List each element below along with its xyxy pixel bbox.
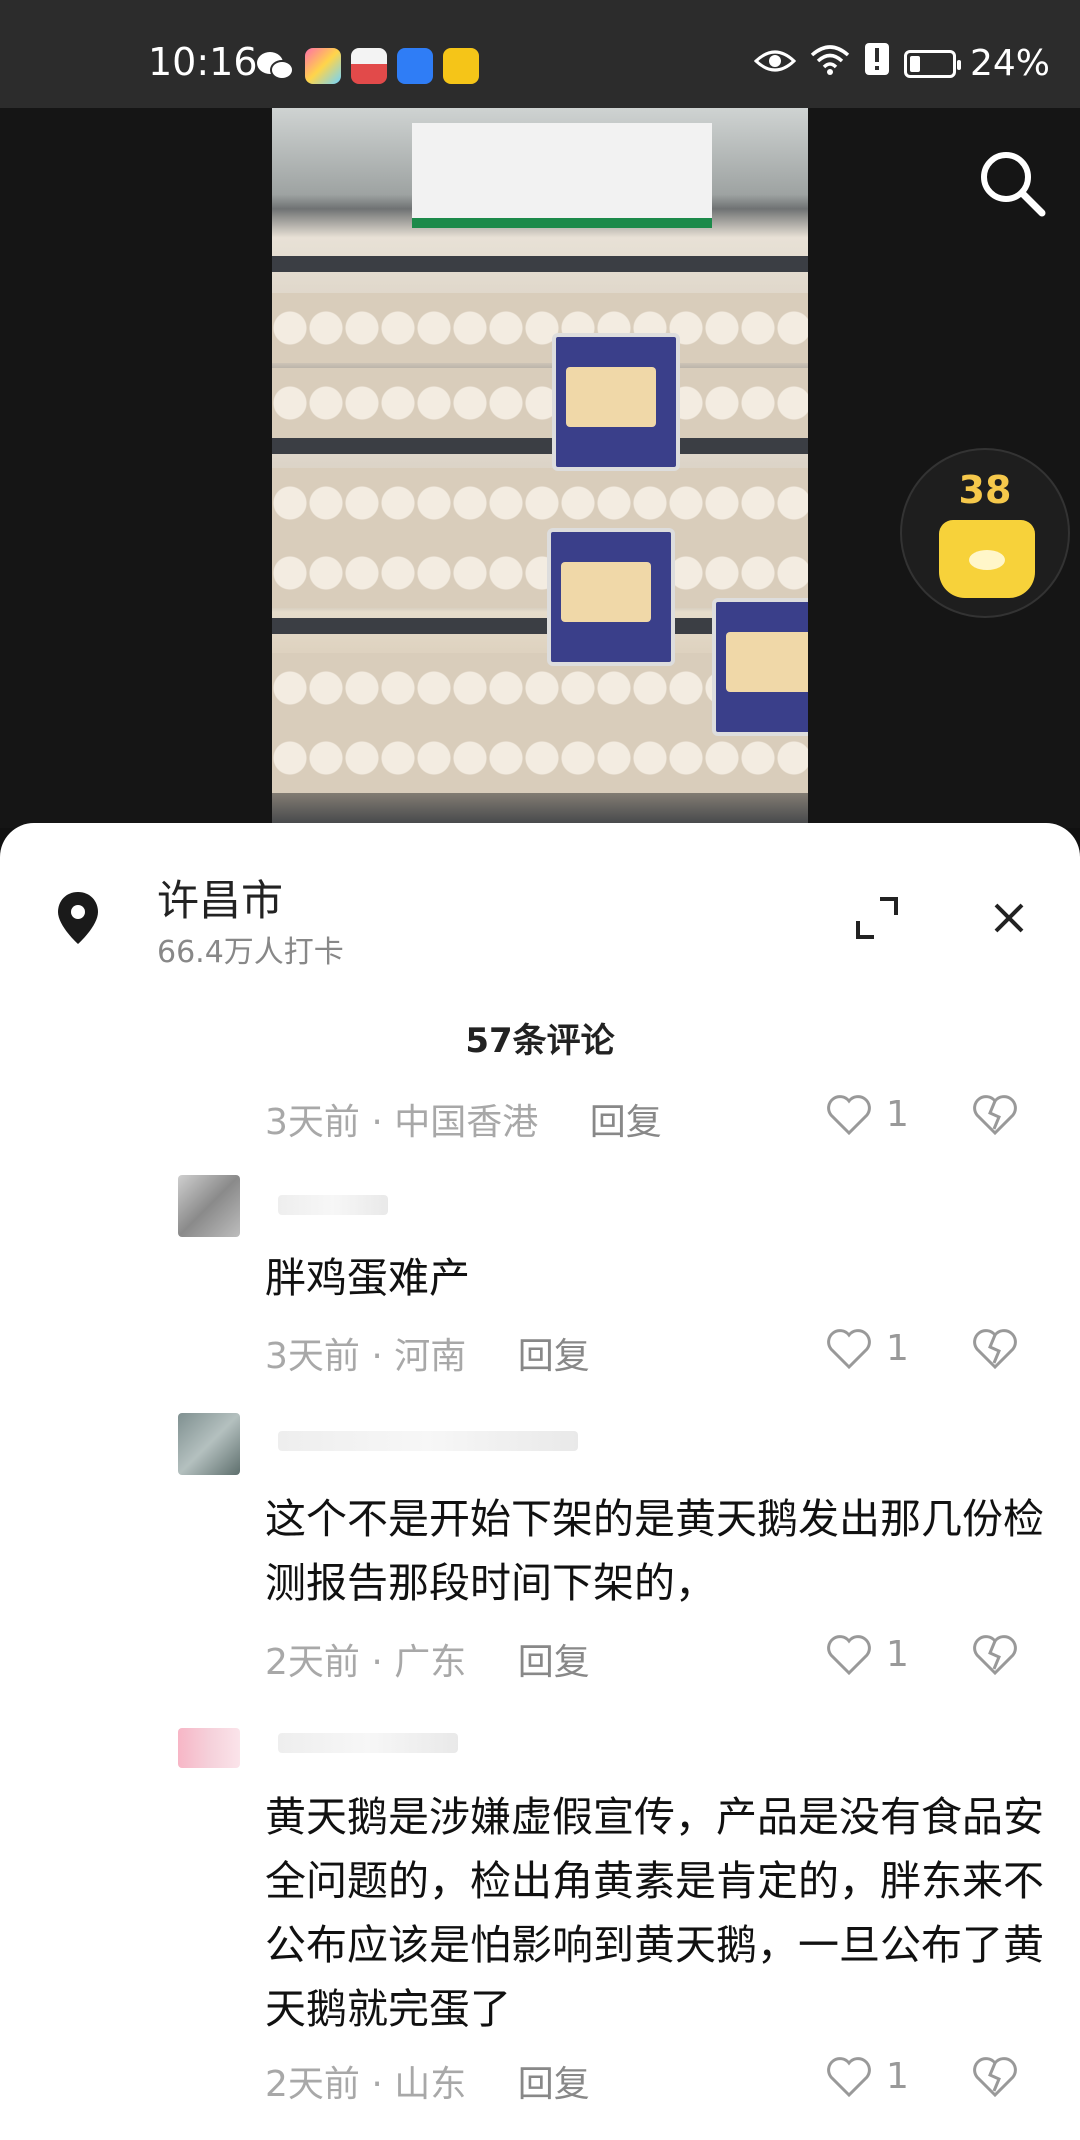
dislike-icon[interactable] [972, 1633, 1018, 1679]
status-bar: 10:16 24% [0, 0, 1080, 108]
reply-button[interactable]: 回复 [518, 2064, 590, 2105]
avatar[interactable] [178, 1413, 240, 1475]
status-right: 24% [753, 42, 1050, 85]
comment-meta: 2天前 · 山东 回复 [265, 2064, 590, 2105]
avatar[interactable] [178, 1728, 240, 1768]
comment-count: 57条评论 [465, 1021, 615, 1061]
battery-percent: 24% [969, 43, 1050, 84]
username-blurred [278, 1431, 578, 1451]
like-count: 1 [886, 2055, 909, 2097]
expand-icon[interactable] [854, 895, 900, 941]
wechat-icon [255, 48, 295, 88]
app-icon-red [351, 48, 387, 84]
avatar[interactable] [178, 1175, 240, 1237]
like-button[interactable]: 1 [826, 1093, 909, 1135]
like-button[interactable]: 1 [826, 2055, 909, 2097]
reply-button[interactable]: 回复 [518, 1642, 590, 1683]
username-blurred [278, 1195, 388, 1215]
app-icon-colorful [305, 48, 341, 84]
comment-meta: 2天前 · 广东 回复 [265, 1642, 590, 1683]
dislike-icon[interactable] [972, 2055, 1018, 2101]
comment-meta: 3天前 · 中国香港 回复 [265, 1102, 662, 1143]
comment-meta: 3天前 · 河南 回复 [265, 1336, 590, 1377]
heart-icon [827, 1329, 871, 1369]
close-icon[interactable] [984, 893, 1034, 943]
shield-icon [397, 48, 433, 84]
search-icon[interactable] [974, 145, 1050, 221]
like-count: 1 [886, 1093, 909, 1135]
eye-icon [753, 43, 797, 84]
reward-coin-button[interactable]: 38 [900, 448, 1070, 618]
like-button[interactable]: 1 [826, 1633, 909, 1675]
location-pin-icon [54, 890, 102, 946]
heart-icon [827, 1095, 871, 1135]
reply-button[interactable]: 回复 [590, 1102, 662, 1143]
username-blurred [278, 1733, 458, 1753]
dislike-icon[interactable] [972, 1327, 1018, 1373]
dislike-icon[interactable] [972, 1093, 1018, 1139]
reply-button[interactable]: 回复 [518, 1336, 590, 1377]
comment-text: 胖鸡蛋难产 [265, 1254, 470, 1302]
status-time: 10:16 [148, 40, 258, 84]
alert-icon [864, 42, 890, 85]
like-count: 1 [886, 1633, 909, 1675]
app-icon-yellow [443, 48, 479, 84]
comment-sheet: 许昌市 66.4万人打卡 57条评论 3天前 · 中国香港 回复 1 胖鸡蛋难产… [0, 823, 1080, 2140]
wifi-icon [810, 43, 850, 84]
heart-icon [827, 1635, 871, 1675]
location-name[interactable]: 许昌市 [157, 867, 283, 928]
comment-text: 黄天鹅是涉嫌虚假宣传，产品是没有食品安全问题的，检出角黄素是肯定的，胖东来不公布… [265, 1793, 1044, 2033]
gold-bag-icon [939, 520, 1035, 598]
notification-icons [255, 48, 479, 88]
like-count: 1 [886, 1327, 909, 1369]
battery-icon [903, 49, 961, 78]
comment-text: 这个不是开始下架的是黄天鹅发出那几份检测报告那段时间下架的， [265, 1495, 1044, 1607]
like-button[interactable]: 1 [826, 1327, 909, 1369]
location-checkins: 66.4万人打卡 [157, 935, 344, 970]
heart-icon [827, 2057, 871, 2097]
video-frame-supermarket-eggs [272, 108, 808, 828]
reward-count: 38 [958, 468, 1012, 512]
